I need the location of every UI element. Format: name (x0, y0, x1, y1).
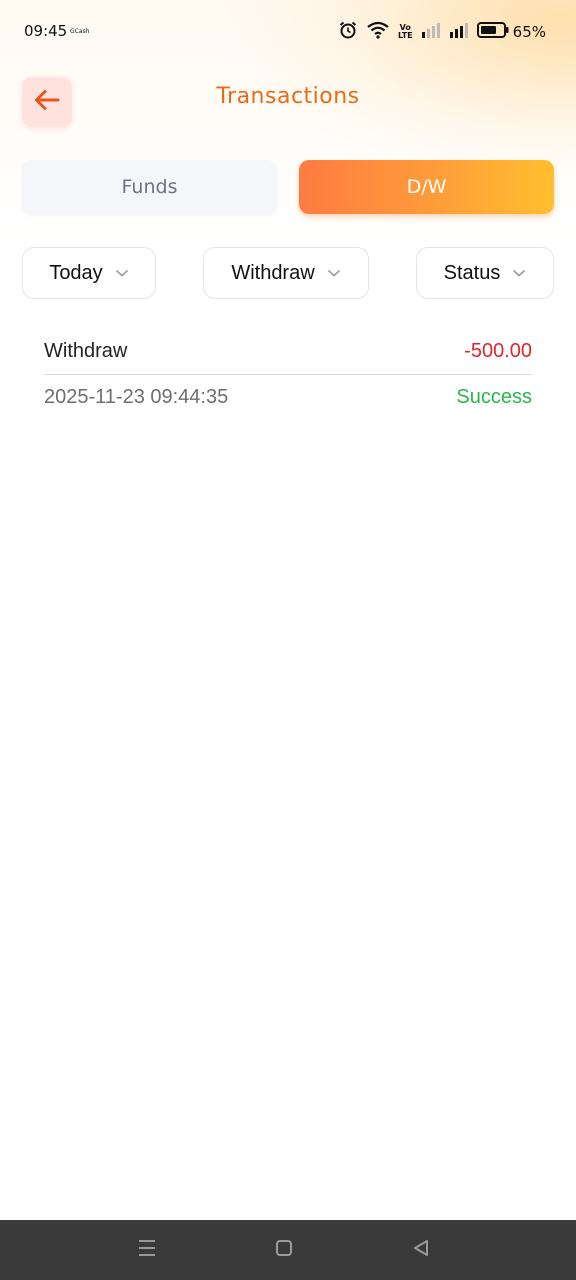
volte-indicator: Vo LTE (398, 24, 413, 40)
transaction-datetime: 2025-11-23 09:44:35 (44, 386, 229, 408)
chevron-down-icon (327, 268, 341, 278)
recent-apps-button[interactable] (135, 1238, 159, 1262)
status-filter-dropdown[interactable]: Status (416, 247, 554, 299)
type-filter-dropdown[interactable]: Withdraw (203, 247, 369, 299)
home-icon (274, 1238, 294, 1263)
system-nav-bar (0, 1220, 576, 1280)
transaction-type: Withdraw (44, 340, 128, 362)
status-icons: Vo LTE 65% (338, 20, 546, 44)
signal-icon-sim1 (421, 22, 441, 42)
chevron-down-icon (512, 268, 526, 278)
battery-percent: 65% (512, 23, 546, 41)
transaction-amount: -500.00 (464, 340, 532, 362)
home-button[interactable] (272, 1238, 296, 1262)
date-filter-dropdown[interactable]: Today (22, 247, 156, 299)
tab-dw-label: D/W (406, 176, 447, 198)
page-title: Transactions (216, 84, 360, 109)
status-bar: 09:45 GCash Vo LTE 65% (0, 0, 576, 64)
volte-bottom-label: LTE (397, 31, 413, 40)
notification-app-label: GCash (70, 28, 90, 35)
date-filter-label: Today (49, 261, 103, 284)
menu-icon (136, 1238, 158, 1263)
system-back-button[interactable] (409, 1238, 433, 1262)
battery-icon (476, 22, 509, 42)
status-filter-label: Status (443, 261, 501, 284)
tab-deposit-withdraw[interactable]: D/W (299, 160, 554, 214)
transaction-item[interactable]: Withdraw -500.00 2025-11-23 09:44:35 Suc… (44, 330, 532, 421)
chevron-down-icon (115, 268, 129, 278)
transaction-status: Success (456, 386, 532, 408)
signal-icon-sim2 (449, 22, 469, 42)
type-filter-label: Withdraw (231, 261, 315, 284)
wifi-icon (366, 21, 390, 43)
status-time: 09:45 (24, 22, 68, 40)
alarm-icon (338, 20, 358, 44)
tab-funds-label: Funds (121, 176, 178, 198)
transactions-screen: 09:45 GCash Vo LTE 65% Transactions Fund… (0, 0, 576, 1280)
transaction-header-row: Withdraw -500.00 (44, 330, 532, 375)
back-icon (411, 1238, 431, 1263)
transaction-detail-row: 2025-11-23 09:44:35 Success (44, 375, 532, 421)
tab-funds[interactable]: Funds (22, 160, 277, 214)
